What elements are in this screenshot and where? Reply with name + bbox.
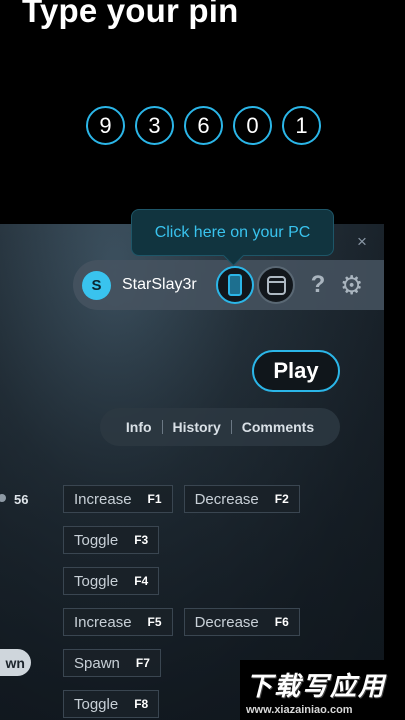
phone-mode-button[interactable] (216, 266, 254, 304)
pin-digit: 3 (135, 106, 174, 145)
tab-comments[interactable]: Comments (232, 419, 324, 435)
phone-icon (228, 274, 242, 296)
hotkey-key: F1 (147, 492, 162, 506)
spawn-button[interactable]: Spawn F7 (63, 649, 161, 677)
hotkey-key: F7 (135, 656, 150, 670)
hotkey-key: F6 (274, 615, 289, 629)
user-bar: S StarSlay3r ? ⚙ (73, 260, 384, 310)
avatar[interactable]: S (82, 270, 111, 300)
hotkey-label: Spawn (74, 654, 120, 672)
username: StarSlay3r (122, 276, 197, 293)
tab-bar: Info History Comments (100, 408, 340, 446)
decrease-button[interactable]: Decrease F2 (183, 485, 300, 513)
pc-tooltip: Click here on your PC (131, 209, 334, 256)
hotkey-key: F2 (274, 492, 289, 506)
pin-digit: 1 (282, 106, 321, 145)
hotkey-row: Increase F5 Decrease F6 (63, 608, 300, 636)
hotkey-key: F5 (147, 615, 162, 629)
play-button[interactable]: Play (252, 350, 340, 392)
hotkey-label: Decrease (194, 490, 259, 508)
close-icon[interactable]: × (352, 232, 372, 252)
hotkey-row: Toggle F8 (63, 690, 160, 718)
hotkey-key: F3 (134, 533, 149, 547)
toggle-button[interactable]: Toggle F8 (63, 690, 160, 718)
hotkey-label: Increase (74, 613, 132, 631)
hotkey-row: Increase F1 Decrease F2 (63, 485, 300, 513)
hotkey-label: Toggle (74, 572, 119, 590)
toggle-button[interactable]: Toggle F4 (63, 567, 160, 595)
help-icon[interactable]: ? (308, 271, 328, 299)
pin-digit: 0 (233, 106, 272, 145)
hotkey-row: Toggle F4 (63, 567, 160, 595)
toggle-button[interactable]: Toggle F3 (63, 526, 160, 554)
increase-button[interactable]: Increase F1 (63, 485, 173, 513)
pin-display: 9 3 6 0 1 (0, 106, 405, 145)
increase-button[interactable]: Increase F5 (63, 608, 173, 636)
hotkey-key: F4 (134, 574, 149, 588)
tab-info[interactable]: Info (116, 419, 162, 435)
watermark-text: 下载写应用 (246, 671, 387, 701)
page-title: Type your pin (22, 0, 239, 29)
slider-value: 56 (14, 492, 29, 507)
hotkey-label: Toggle (74, 695, 119, 713)
decrease-button[interactable]: Decrease F6 (183, 608, 300, 636)
spawn-toggle-button[interactable]: wn (0, 649, 31, 676)
hotkey-label: Toggle (74, 531, 119, 549)
hotkey-key: F8 (134, 697, 149, 711)
watermark: 下载写应用 www.xiazainiao.com (240, 660, 405, 720)
pc-mode-button[interactable] (257, 266, 295, 304)
hotkey-label: Increase (74, 490, 132, 508)
hotkey-row: Toggle F3 (63, 526, 160, 554)
pin-digit: 9 (86, 106, 125, 145)
hotkey-label: Decrease (194, 613, 259, 631)
gear-icon[interactable]: ⚙ (340, 272, 363, 298)
watermark-url: www.xiazainiao.com (246, 704, 353, 716)
pin-digit: 6 (184, 106, 223, 145)
window-icon (266, 275, 286, 295)
hotkey-row: Spawn F7 (63, 649, 161, 677)
tab-history[interactable]: History (163, 419, 231, 435)
